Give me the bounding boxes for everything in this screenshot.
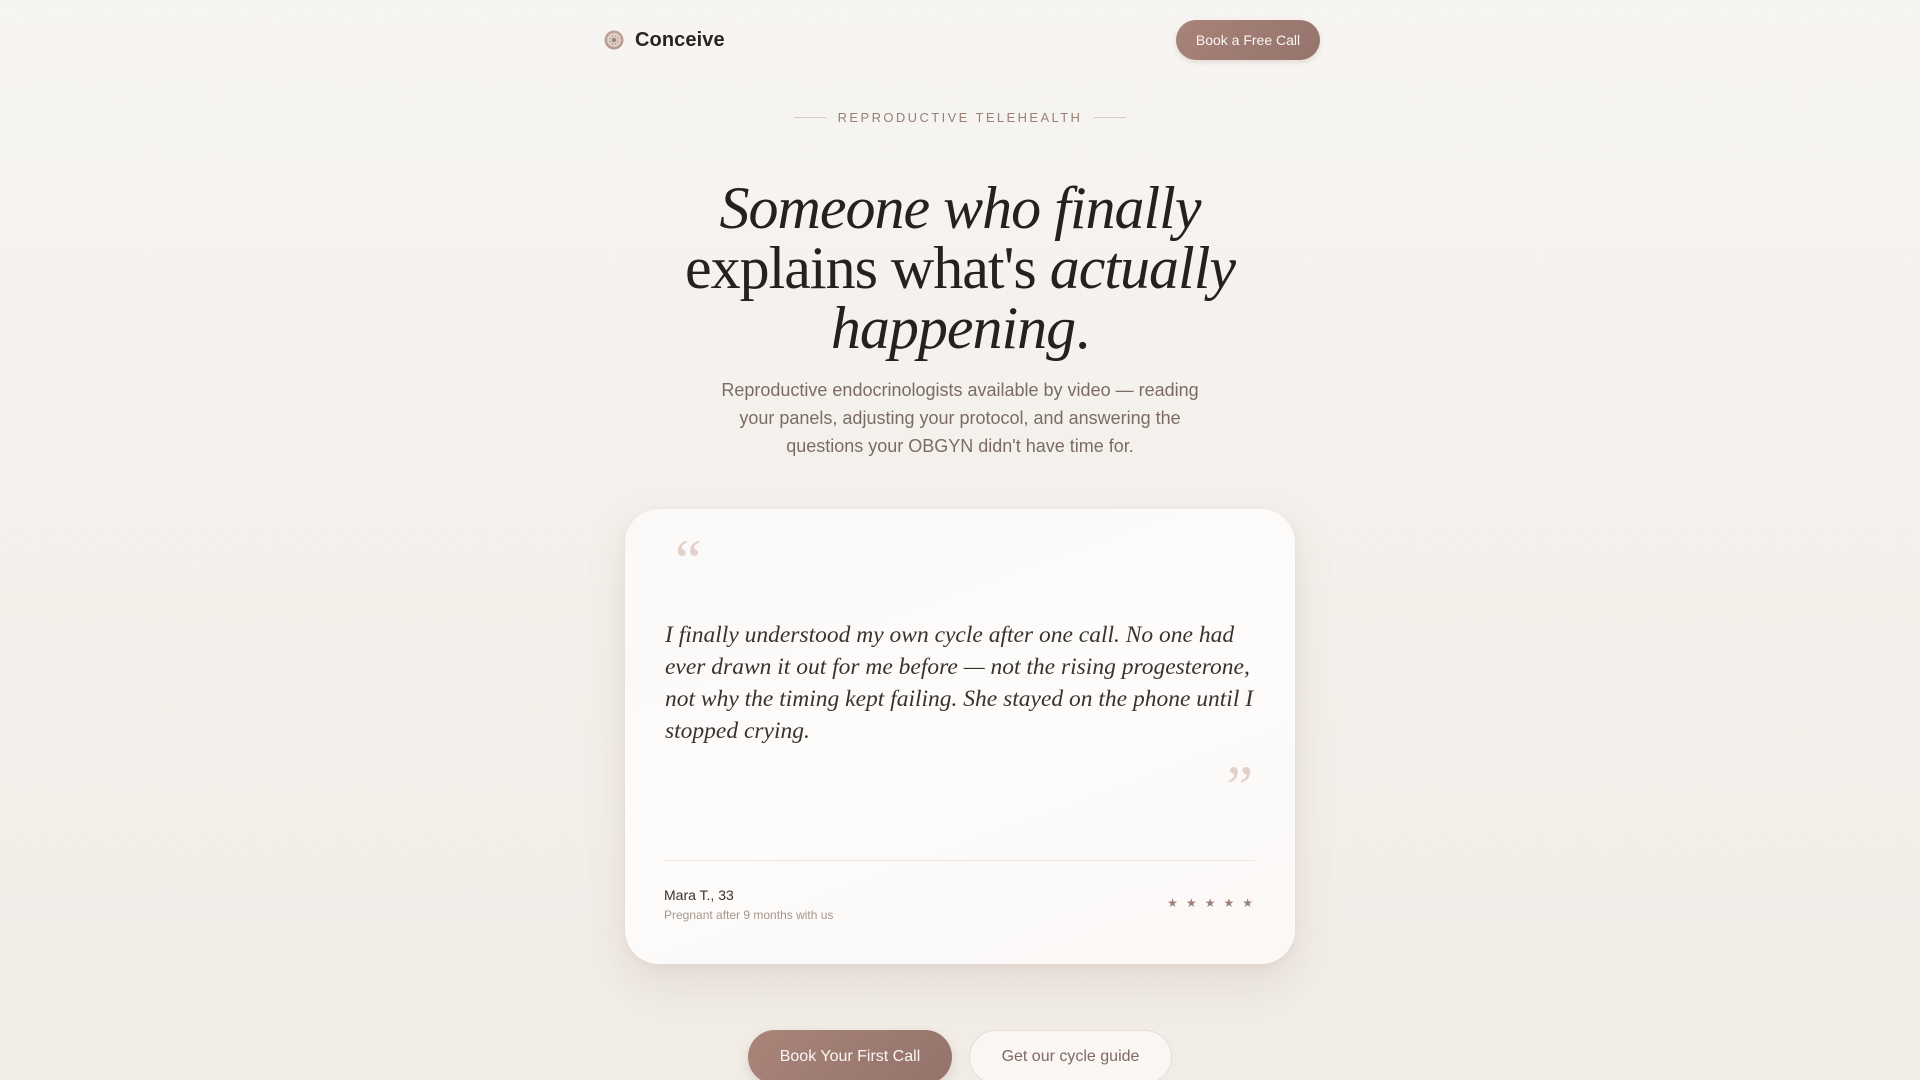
open-quote-icon: “ xyxy=(675,528,702,594)
star-icon: ★ xyxy=(1242,896,1253,910)
eyebrow: REPRODUCTIVE TELEHEALTH xyxy=(0,110,1920,125)
close-quote-icon: ” xyxy=(1226,754,1253,820)
testimonial-quote: I finally understood my own cycle after … xyxy=(665,622,1254,744)
headline-period: . xyxy=(1075,295,1090,361)
hero-headline: Someone who finally explains what's actu… xyxy=(560,178,1360,358)
testimonial-author: Mara T., 33 xyxy=(664,887,734,903)
brand-logo[interactable]: Conceive xyxy=(603,26,725,54)
eyebrow-divider-left xyxy=(793,117,826,118)
cell-logo-icon xyxy=(604,30,624,50)
star-icon: ★ xyxy=(1223,896,1235,910)
brand-name: Conceive xyxy=(635,28,725,51)
headline-line-3: happening xyxy=(830,295,1076,361)
eyebrow-divider-right xyxy=(1094,117,1127,118)
star-rating: ★ ★ ★ ★ ★ xyxy=(1167,897,1253,909)
cycle-guide-button[interactable]: Get our cycle guide xyxy=(969,1030,1172,1080)
hero-subhead: Reproductive endocrinologists available … xyxy=(721,380,1199,456)
star-icon: ★ xyxy=(1167,896,1178,910)
book-first-call-button[interactable]: Book Your First Call xyxy=(748,1030,952,1080)
headline-line-1: Someone who finally xyxy=(719,175,1202,241)
testimonial-card: “ I finally understood my own cycle afte… xyxy=(625,509,1295,964)
card-divider xyxy=(665,860,1255,861)
testimonial-author-detail: Pregnant after 9 months with us xyxy=(664,908,834,922)
book-free-call-button[interactable]: Book a Free Call xyxy=(1176,20,1320,60)
top-nav: Conceive Book a Free Call xyxy=(0,0,1920,80)
star-icon: ★ xyxy=(1185,896,1197,910)
eyebrow-text: REPRODUCTIVE TELEHEALTH xyxy=(837,110,1083,125)
star-icon: ★ xyxy=(1204,896,1216,910)
headline-emphasis: actually xyxy=(1049,235,1236,301)
headline-line-2: explains what's xyxy=(684,235,1050,301)
